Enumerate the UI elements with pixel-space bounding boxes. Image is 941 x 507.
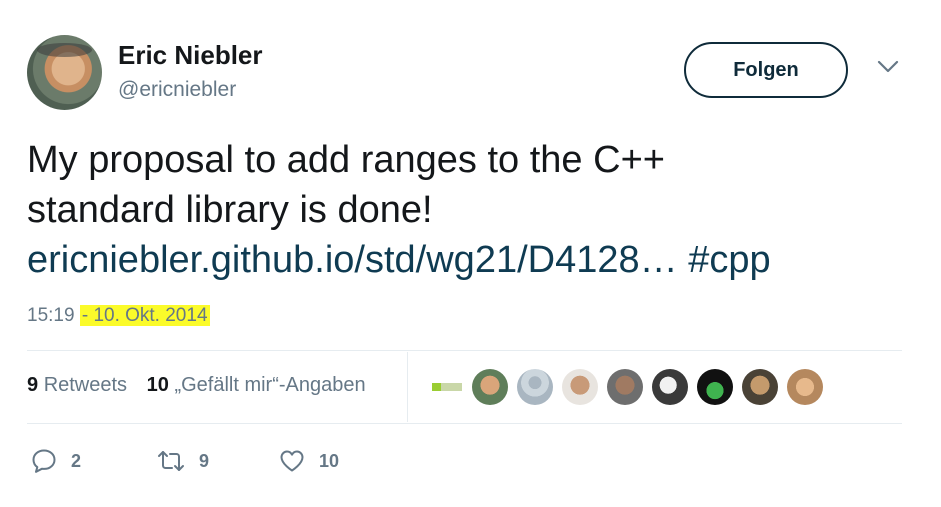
reply-button[interactable]: 2 xyxy=(31,448,81,474)
timestamp-separator: - xyxy=(81,305,89,326)
liker-avatars xyxy=(432,368,832,406)
liker-avatar[interactable] xyxy=(697,369,733,405)
tweet-date: 10. Okt. 2014 xyxy=(93,305,208,326)
liker-avatar[interactable] xyxy=(607,369,643,405)
author-avatar[interactable] xyxy=(27,35,102,110)
liker-avatar[interactable] xyxy=(562,369,598,405)
follow-button[interactable]: Folgen xyxy=(684,42,848,98)
divider-top xyxy=(27,350,902,351)
retweet-button[interactable]: 9 xyxy=(157,449,209,473)
author-name[interactable]: Eric Niebler xyxy=(118,40,263,71)
stats-divider xyxy=(407,352,408,422)
liker-avatar[interactable] xyxy=(652,369,688,405)
tweet-text: My proposal to add ranges to the C++ sta… xyxy=(27,135,907,285)
retweets-label: Retweets xyxy=(43,374,128,396)
tweet-link[interactable]: ericniebler.github.io/std/wg21/D4128… xyxy=(27,239,678,281)
tweet-timestamp[interactable]: 15:19 - 10. Okt. 2014 xyxy=(27,305,210,327)
author-handle[interactable]: @ericniebler xyxy=(118,78,236,102)
likes-label: „Gefällt mir“-Angaben xyxy=(174,374,366,396)
tweet-time: 15:19 xyxy=(27,305,75,326)
tweet-stats: 9 Retweets 10 „Gefällt mir“-Angaben xyxy=(27,374,366,397)
reply-count: 2 xyxy=(71,450,82,471)
liker-avatar[interactable] xyxy=(742,369,778,405)
tweet-line-2: standard library is done! xyxy=(27,189,433,231)
liker-avatar[interactable] xyxy=(472,369,508,405)
hashtag-link[interactable]: #cpp xyxy=(688,239,770,281)
liker-avatar[interactable] xyxy=(432,383,462,391)
divider-bottom xyxy=(27,423,902,424)
tweet-line-1: My proposal to add ranges to the C++ xyxy=(27,139,665,181)
liker-avatar[interactable] xyxy=(787,369,823,405)
retweets-stat[interactable]: 9 Retweets xyxy=(27,374,127,396)
retweets-count: 9 xyxy=(27,374,39,396)
like-button[interactable]: 10 xyxy=(279,449,339,473)
like-count: 10 xyxy=(319,450,340,471)
action-bar: 2 9 10 xyxy=(31,446,339,476)
chevron-down-icon[interactable] xyxy=(877,60,899,74)
likes-stat[interactable]: 10 „Gefällt mir“-Angaben xyxy=(147,374,366,396)
retweet-count: 9 xyxy=(199,450,210,471)
heart-icon xyxy=(280,450,304,472)
reply-icon xyxy=(32,449,56,473)
likes-count: 10 xyxy=(146,374,169,396)
retweet-icon xyxy=(158,451,185,471)
liker-avatar[interactable] xyxy=(517,369,553,405)
